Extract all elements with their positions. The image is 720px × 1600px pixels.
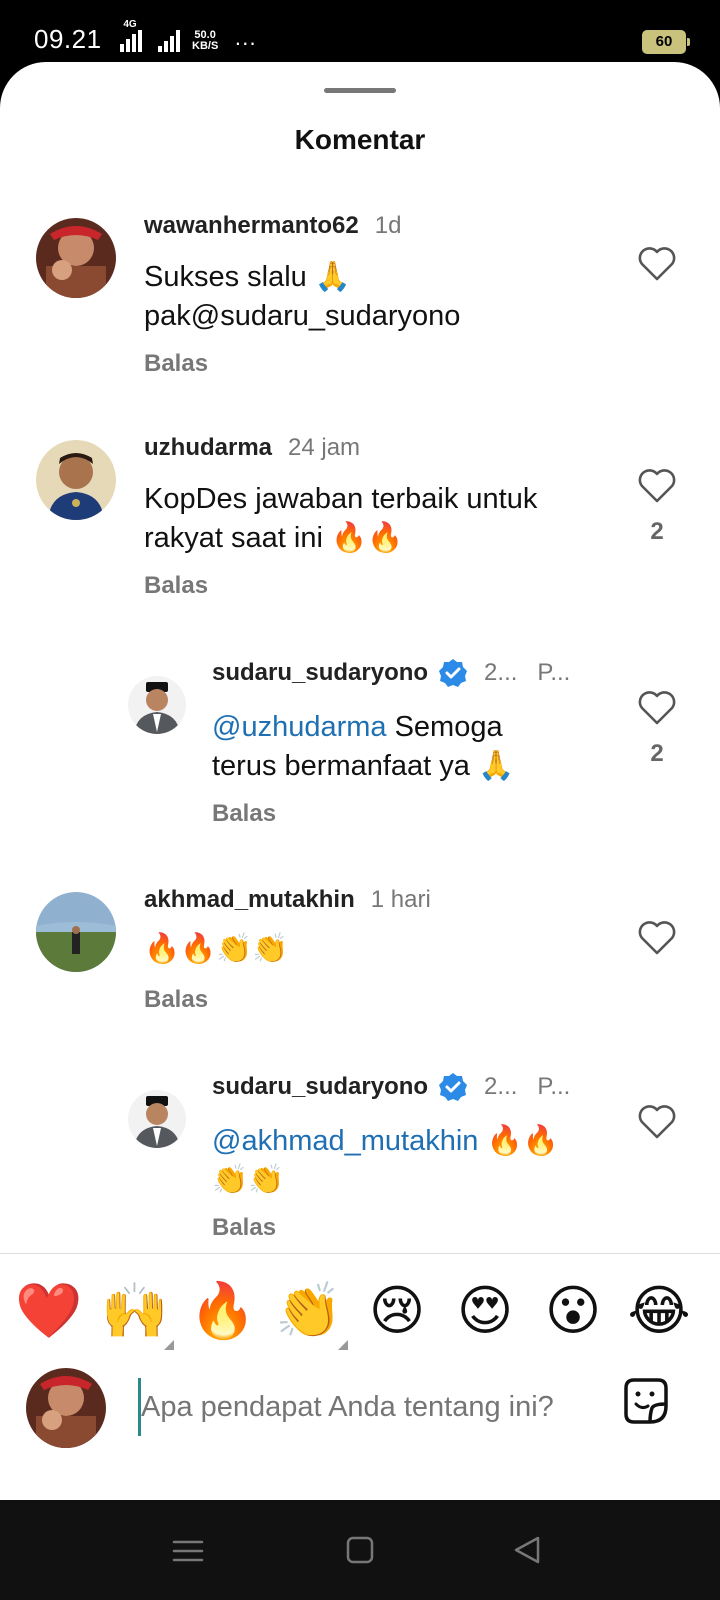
comment-text: @uzhudarma Semoga terus bermanfaat ya 🙏 — [212, 711, 515, 782]
home-square-icon[interactable] — [340, 1534, 380, 1568]
reaction-fire-button[interactable]: 🔥 — [188, 1276, 258, 1346]
avatar[interactable] — [128, 1090, 186, 1148]
back-triangle-icon[interactable] — [508, 1534, 548, 1568]
heart-icon[interactable] — [638, 468, 676, 504]
comment-header: sudaru_sudaryono 2... P... — [212, 1072, 570, 1102]
avatar[interactable] — [36, 218, 116, 298]
heart-icon[interactable] — [638, 920, 676, 956]
battery-icon: 60 — [642, 30, 690, 54]
comment-time: 1 hari — [370, 886, 431, 913]
system-navigation-bar — [0, 1500, 720, 1600]
comment-extra: P... — [537, 1073, 571, 1100]
reply-button[interactable]: Balas — [212, 800, 276, 828]
comment-text: 🔥🔥👏👏 — [144, 933, 289, 965]
wifi-signal-icon — [158, 30, 180, 52]
menu-icon[interactable] — [168, 1534, 208, 1568]
comment-input[interactable] — [138, 1378, 603, 1436]
mention-link[interactable]: @akhmad_mutakhin — [212, 1125, 478, 1157]
comment-text: Sukses slalu 🙏 pak@sudaru_sudaryono — [144, 261, 461, 332]
comment-time: 2... — [484, 659, 518, 686]
comment-extra: P... — [537, 659, 571, 686]
reaction-laughing-button[interactable]: 😂 — [624, 1276, 694, 1346]
divider — [0, 1253, 720, 1254]
reaction-heart-button[interactable]: ❤️ — [14, 1276, 84, 1346]
comment-header: sudaru_sudaryono 2... P... — [212, 658, 570, 688]
comment-header: akhmad_mutakhin 1 hari — [144, 886, 431, 914]
heart-icon[interactable] — [638, 1104, 676, 1140]
status-icons: 4G 50.0 KB/S ··· — [120, 20, 257, 55]
comment-username[interactable]: sudaru_sudaryono — [212, 659, 428, 687]
heart-icon[interactable] — [638, 690, 676, 726]
comments-sheet: Komentar wawanhermanto62 1d Sukses slalu… — [0, 62, 720, 1500]
reaction-clap-button[interactable]: 👏 — [274, 1276, 348, 1350]
more-icon: ··· — [234, 30, 257, 55]
reply-button[interactable]: Balas — [212, 1214, 276, 1242]
reply-button[interactable]: Balas — [144, 350, 208, 378]
comment-time: 1d — [374, 212, 402, 239]
quick-reactions: ❤️ 🙌 🔥 👏 😢 😍 😮 😂 — [0, 1276, 720, 1356]
sheet-drag-handle[interactable] — [324, 88, 396, 93]
avatar[interactable] — [36, 892, 116, 972]
comment-text: KopDes jawaban terbaik untuk rakyat saat… — [144, 483, 538, 554]
mention-link[interactable]: @uzhudarma — [212, 711, 387, 743]
comment-username[interactable]: uzhudarma — [144, 434, 272, 462]
avatar[interactable] — [128, 676, 186, 734]
comment-time: 2... — [484, 1073, 518, 1100]
comment-username[interactable]: akhmad_mutakhin — [144, 886, 355, 914]
comment-time: 24 jam — [288, 434, 361, 461]
heart-icon[interactable] — [638, 246, 676, 282]
verified-badge-icon — [439, 1073, 468, 1101]
like-count: 2 — [650, 740, 664, 767]
reaction-raised-hands-button[interactable]: 🙌 — [100, 1276, 174, 1350]
composer-avatar — [26, 1368, 106, 1448]
comment-header: wawanhermanto62 1d — [144, 212, 401, 240]
sticker-icon[interactable] — [618, 1374, 674, 1430]
reply-button[interactable]: Balas — [144, 986, 208, 1014]
comment-text: @akhmad_mutakhin 🔥🔥 👏👏 — [212, 1125, 559, 1196]
comment-header: uzhudarma 24 jam — [144, 434, 360, 462]
reaction-crying-button[interactable]: 😢 — [362, 1276, 432, 1346]
verified-badge-icon — [439, 659, 468, 687]
like-count: 2 — [650, 518, 664, 545]
network-speed: 50.0 KB/S — [192, 29, 219, 52]
avatar[interactable] — [36, 440, 116, 520]
comment-username[interactable]: sudaru_sudaryono — [212, 1073, 428, 1101]
mobile-signal-icon: 4G — [120, 20, 142, 52]
reaction-heart-eyes-button[interactable]: 😍 — [450, 1276, 520, 1346]
reaction-surprised-button[interactable]: 😮 — [538, 1276, 608, 1346]
status-time: 09.21 — [34, 24, 102, 54]
reply-button[interactable]: Balas — [144, 572, 208, 600]
comment-username[interactable]: wawanhermanto62 — [144, 212, 359, 240]
sheet-title: Komentar — [294, 124, 426, 155]
